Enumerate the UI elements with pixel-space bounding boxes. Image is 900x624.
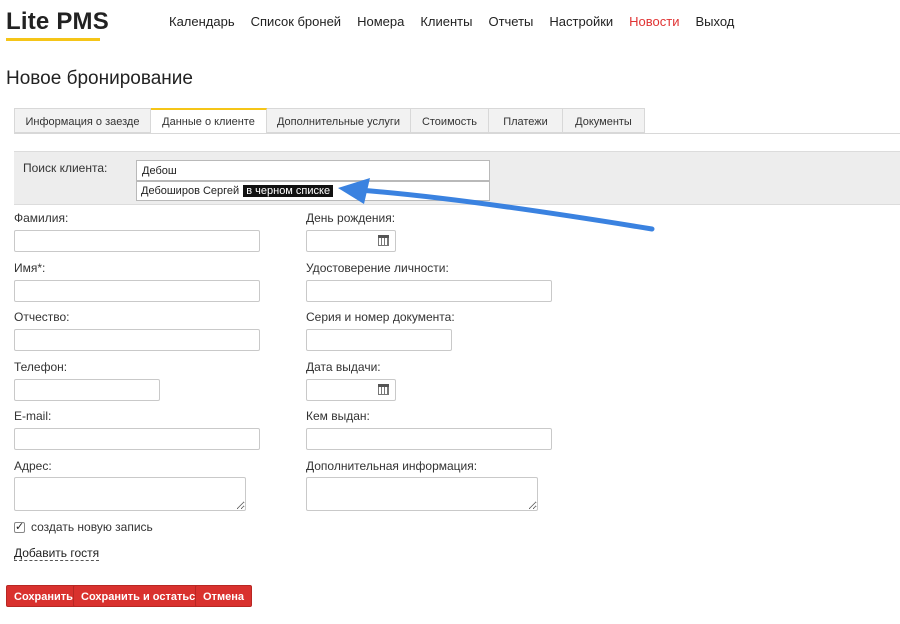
- email-label: E-mail:: [14, 409, 52, 423]
- address-textarea[interactable]: [14, 477, 246, 511]
- cancel-button[interactable]: Отмена: [195, 585, 252, 607]
- firstname-label: Имя*:: [14, 261, 46, 275]
- extra-info-label: Дополнительная информация:: [306, 459, 478, 473]
- middlename-label: Отчество:: [14, 310, 70, 324]
- firstname-input[interactable]: [14, 280, 260, 302]
- issue-date-input[interactable]: [306, 379, 396, 401]
- create-record-row[interactable]: создать новую запись: [14, 520, 153, 534]
- lastname-label: Фамилия:: [14, 211, 69, 225]
- add-guest-link[interactable]: Добавить гостя: [14, 546, 100, 561]
- phone-label: Телефон:: [14, 360, 68, 374]
- issued-by-label: Кем выдан:: [306, 409, 370, 423]
- email-input[interactable]: [14, 428, 260, 450]
- create-record-label: создать новую запись: [31, 520, 153, 534]
- birthday-label: День рождения:: [306, 211, 396, 225]
- save-and-stay-button[interactable]: Сохранить и остаться: [73, 585, 210, 607]
- doc-number-label: Серия и номер документа:: [306, 310, 455, 324]
- extra-info-textarea[interactable]: [306, 477, 538, 511]
- phone-input[interactable]: [14, 379, 160, 401]
- save-button[interactable]: Сохранить: [6, 585, 81, 607]
- birthday-date-input[interactable]: [306, 230, 396, 252]
- id-document-input[interactable]: [306, 280, 552, 302]
- lastname-input[interactable]: [14, 230, 260, 252]
- calendar-icon[interactable]: [378, 235, 389, 246]
- create-record-checkbox[interactable]: [14, 520, 25, 533]
- calendar-icon[interactable]: [378, 384, 389, 395]
- issued-by-input[interactable]: [306, 428, 552, 450]
- middlename-input[interactable]: [14, 329, 260, 351]
- id-document-label: Удостоверение личности:: [306, 261, 449, 275]
- issue-date-label: Дата выдачи:: [306, 360, 381, 374]
- doc-number-input[interactable]: [306, 329, 452, 351]
- address-label: Адрес:: [14, 459, 52, 473]
